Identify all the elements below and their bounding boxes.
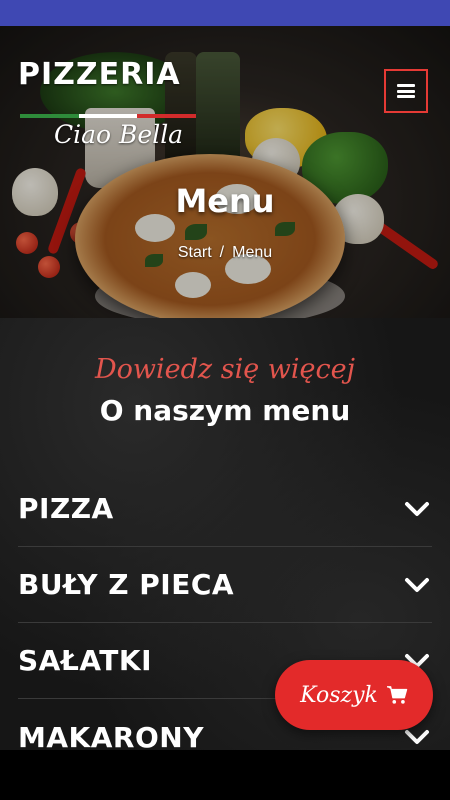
- page-title: Menu: [175, 182, 275, 220]
- accordion-item-label: SAŁATKI: [18, 644, 153, 677]
- breadcrumb-home-link[interactable]: Start: [178, 244, 212, 261]
- cart-button[interactable]: Koszyk: [275, 660, 433, 730]
- logo-flag-stripes: [20, 114, 197, 118]
- hero-banner: PIZZERIA Ciao Bella Menu Start / Menu: [0, 26, 450, 318]
- shopping-cart-icon: [386, 686, 408, 704]
- hamburger-icon: [397, 84, 415, 98]
- section-subtitle: Dowiedz się więcej: [95, 354, 355, 385]
- accordion-item-pizza[interactable]: PIZZA: [18, 471, 432, 547]
- chevron-down-icon: [405, 501, 429, 516]
- logo-script-text: Ciao Bella: [54, 120, 184, 149]
- status-bar: [0, 0, 450, 26]
- accordion-item-label: PIZZA: [18, 492, 114, 525]
- section-title: O naszym menu: [99, 394, 351, 427]
- chevron-down-icon: [405, 577, 429, 592]
- logo-wordmark: PIZZERIA: [18, 57, 181, 92]
- menu-toggle-button[interactable]: [384, 69, 428, 113]
- breadcrumb-current: Menu: [232, 244, 273, 261]
- accordion-item-label: MAKARONY: [18, 720, 204, 751]
- pizzeria-logo[interactable]: PIZZERIA Ciao Bella: [18, 60, 198, 154]
- bottom-bar: [0, 750, 450, 800]
- cart-button-label: Koszyk: [300, 682, 378, 708]
- breadcrumb-separator: /: [219, 244, 225, 261]
- accordion-item-label: BUŁY Z PIECA: [18, 568, 235, 601]
- accordion-item-buly-z-pieca[interactable]: BUŁY Z PIECA: [18, 547, 432, 623]
- breadcrumb: Start / Menu: [0, 244, 450, 262]
